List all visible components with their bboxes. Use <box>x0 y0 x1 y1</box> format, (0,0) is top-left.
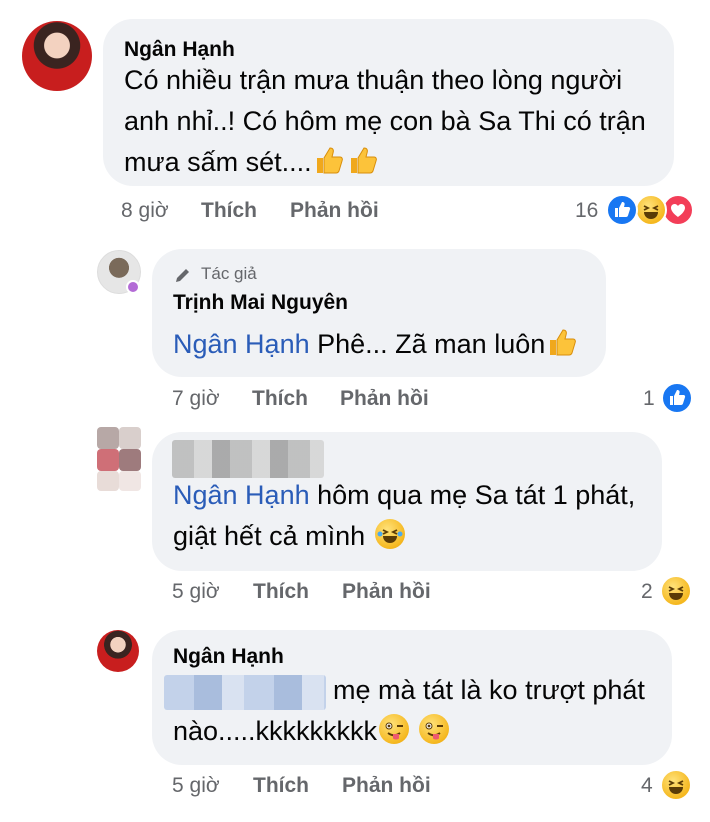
reply-button[interactable]: Phản hồi <box>342 774 431 798</box>
comment-text: mẹ mà tát là ko trượt phát nào.....kkkkk… <box>173 670 663 752</box>
reaction-count[interactable]: 4 <box>641 774 653 798</box>
blurred-author-name[interactable] <box>172 440 324 478</box>
pen-icon <box>173 265 193 290</box>
comment-text: Ngân Hạnh hôm qua mẹ Sa tát 1 phát, giật… <box>173 475 653 557</box>
comment-time[interactable]: 7 giờ <box>172 387 220 411</box>
comment-time[interactable]: 5 giờ <box>172 580 220 604</box>
mention-link[interactable]: Ngân Hạnh <box>173 329 310 359</box>
comment-author[interactable]: Ngân Hạnh <box>173 645 284 669</box>
reply-button[interactable]: Phản hồi <box>290 199 379 223</box>
comment-author[interactable]: Ngân Hạnh <box>124 38 235 62</box>
author-badge-label: Tác giả <box>201 264 257 283</box>
haha-icon[interactable] <box>660 769 692 801</box>
comment-time[interactable]: 8 giờ <box>121 199 169 223</box>
reaction-count[interactable]: 1 <box>643 387 655 411</box>
comment-text-fragment: mưa sấm sét.... <box>124 147 312 177</box>
comment-text: Ngân Hạnh Phê... Zã man luôn <box>173 324 579 365</box>
avatar-badge-icon <box>126 280 140 294</box>
thumbs-up-emoji-icon <box>314 145 346 175</box>
thumbs-up-emoji-icon <box>547 327 579 357</box>
haha-icon[interactable] <box>635 194 667 226</box>
winking-tongue-emoji-icon <box>379 714 410 744</box>
like-button[interactable]: Thích <box>201 199 257 223</box>
winking-tongue-emoji-icon <box>418 714 449 744</box>
comment-text-fragment: Phê... Zã man luôn <box>309 329 546 359</box>
comment-text-line: anh nhỉ..! Có hôm mẹ con bà Sa Thi có tr… <box>124 106 646 136</box>
comment-text-line: nào.....kkkkkkkkk <box>173 711 663 752</box>
comment-text-line: giật hết cả mình <box>173 516 653 557</box>
reaction-count[interactable]: 16 <box>575 199 598 223</box>
comment-text-line: mưa sấm sét.... <box>124 142 669 183</box>
comment-text-fragment: hôm qua mẹ Sa tát 1 phát, <box>309 480 636 510</box>
like-icon[interactable] <box>606 194 638 226</box>
comment-author[interactable]: Trịnh Mai Nguyên <box>173 291 348 315</box>
haha-icon[interactable] <box>660 575 692 607</box>
mention-link[interactable]: Ngân Hạnh <box>173 480 310 510</box>
reaction-count[interactable]: 2 <box>641 580 653 604</box>
like-button[interactable]: Thích <box>253 580 309 604</box>
like-icon[interactable] <box>661 382 693 414</box>
thumbs-up-emoji-icon <box>348 145 380 175</box>
reply-button[interactable]: Phản hồi <box>340 387 429 411</box>
comment-text-fragment: mẹ mà tát là ko trượt phát <box>333 675 645 705</box>
like-button[interactable]: Thích <box>253 774 309 798</box>
reply-button[interactable]: Phản hồi <box>342 580 431 604</box>
comment-text-line: Có nhiều trận mưa thuận theo lòng người <box>124 65 623 95</box>
avatar[interactable] <box>97 630 139 672</box>
like-button[interactable]: Thích <box>252 387 308 411</box>
laughing-emoji-icon <box>374 519 405 549</box>
comment-text: Có nhiều trận mưa thuận theo lòng người … <box>124 60 669 183</box>
comment-text-line: mẹ mà tát là ko trượt phát <box>173 670 663 711</box>
comment-time[interactable]: 5 giờ <box>172 774 220 798</box>
comment-text-line: Ngân Hạnh hôm qua mẹ Sa tát 1 phát, <box>173 475 653 516</box>
avatar[interactable] <box>22 21 92 91</box>
comment-text-fragment: nào.....kkkkkkkkk <box>173 716 378 746</box>
comment-text-fragment: giật hết cả mình <box>173 521 366 551</box>
blurred-avatar[interactable] <box>97 427 143 491</box>
